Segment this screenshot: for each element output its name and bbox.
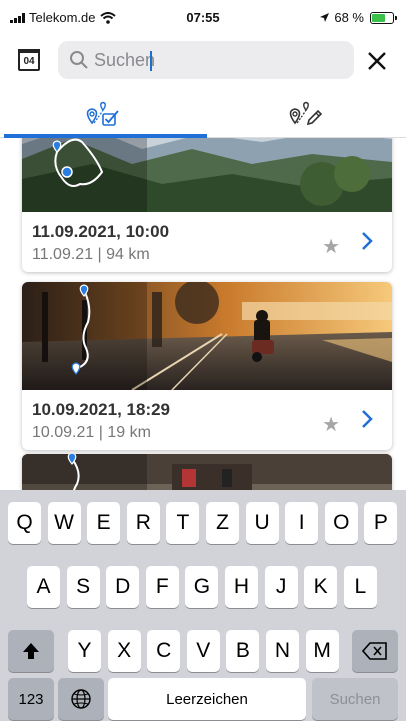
key-i[interactable]: I xyxy=(285,502,319,544)
globe-key[interactable] xyxy=(58,678,104,720)
text-cursor xyxy=(150,51,152,71)
trip-photo xyxy=(22,138,392,212)
star-icon[interactable]: ★ xyxy=(322,234,340,259)
trip-photo xyxy=(22,282,392,390)
key-r[interactable]: R xyxy=(126,502,160,544)
search-box[interactable] xyxy=(58,41,354,79)
status-bar: Telekom.de 07:55 68 % xyxy=(0,0,406,34)
keyboard: QWERTZUIOP ASDFGHJKL YXCVBNM 123 Leerzei… xyxy=(0,490,406,721)
route-checked-icon xyxy=(86,101,119,126)
key-o[interactable]: O xyxy=(324,502,358,544)
key-j[interactable]: J xyxy=(264,566,298,608)
key-m[interactable]: M xyxy=(305,630,339,672)
key-l[interactable]: L xyxy=(343,566,377,608)
key-a[interactable]: A xyxy=(27,566,60,608)
globe-icon xyxy=(71,689,91,709)
space-key[interactable]: Leerzeichen xyxy=(108,678,306,720)
key-c[interactable]: C xyxy=(147,630,181,672)
route-edit-icon xyxy=(289,101,322,126)
chevron-right-icon[interactable] xyxy=(360,408,374,430)
trip-card[interactable] xyxy=(22,454,392,490)
numbers-key[interactable]: 123 xyxy=(8,678,54,720)
key-f[interactable]: F xyxy=(145,566,179,608)
key-d[interactable]: D xyxy=(106,566,140,608)
key-e[interactable]: E xyxy=(87,502,121,544)
battery-percent: 68 % xyxy=(334,10,364,25)
tab-recorded-routes[interactable] xyxy=(0,90,203,138)
key-k[interactable]: K xyxy=(304,566,338,608)
tab-bar xyxy=(0,90,406,138)
search-input[interactable] xyxy=(94,49,334,71)
trip-card[interactable]: 10.09.2021, 18:29 10.09.21 | 19 km ★ xyxy=(22,282,392,450)
key-u[interactable]: U xyxy=(245,502,279,544)
tab-planned-routes[interactable] xyxy=(203,90,406,138)
key-b[interactable]: B xyxy=(226,630,260,672)
battery-icon xyxy=(370,11,397,24)
key-n[interactable]: N xyxy=(266,630,299,672)
key-z[interactable]: Z xyxy=(206,502,239,544)
search-icon xyxy=(70,51,88,69)
street-photo xyxy=(22,454,392,490)
key-v[interactable]: V xyxy=(186,630,220,672)
close-icon[interactable] xyxy=(366,50,388,72)
trip-info: 10.09.2021, 18:29 10.09.21 | 19 km ★ xyxy=(22,390,392,450)
key-s[interactable]: S xyxy=(66,566,100,608)
search-bar-row: 04 xyxy=(0,38,406,82)
key-y[interactable]: Y xyxy=(68,630,101,672)
search-key[interactable]: Suchen xyxy=(312,678,398,720)
backspace-icon xyxy=(362,642,387,660)
trip-info: 11.09.2021, 10:00 11.09.21 | 94 km ★ xyxy=(22,212,392,272)
calendar-day: 04 xyxy=(23,56,35,67)
chevron-right-icon[interactable] xyxy=(360,230,374,252)
key-p[interactable]: P xyxy=(364,502,398,544)
location-arrow-icon xyxy=(320,13,330,22)
trip-card[interactable]: 11.09.2021, 10:00 11.09.21 | 94 km ★ xyxy=(22,138,392,272)
key-x[interactable]: X xyxy=(107,630,141,672)
key-q[interactable]: Q xyxy=(8,502,41,544)
trip-photo xyxy=(22,454,392,490)
calendar-icon[interactable]: 04 xyxy=(18,49,40,71)
mountain-photo xyxy=(22,138,392,212)
key-w[interactable]: W xyxy=(47,502,81,544)
shift-icon xyxy=(23,643,39,659)
shift-key[interactable] xyxy=(8,630,54,672)
backspace-key[interactable] xyxy=(352,630,398,672)
key-h[interactable]: H xyxy=(225,566,258,608)
sunset-road-photo xyxy=(22,282,392,390)
key-g[interactable]: G xyxy=(185,566,219,608)
trip-list: 11.09.2021, 10:00 11.09.21 | 94 km ★ 10.… xyxy=(0,138,406,490)
key-t[interactable]: T xyxy=(166,502,200,544)
star-icon[interactable]: ★ xyxy=(322,412,340,437)
